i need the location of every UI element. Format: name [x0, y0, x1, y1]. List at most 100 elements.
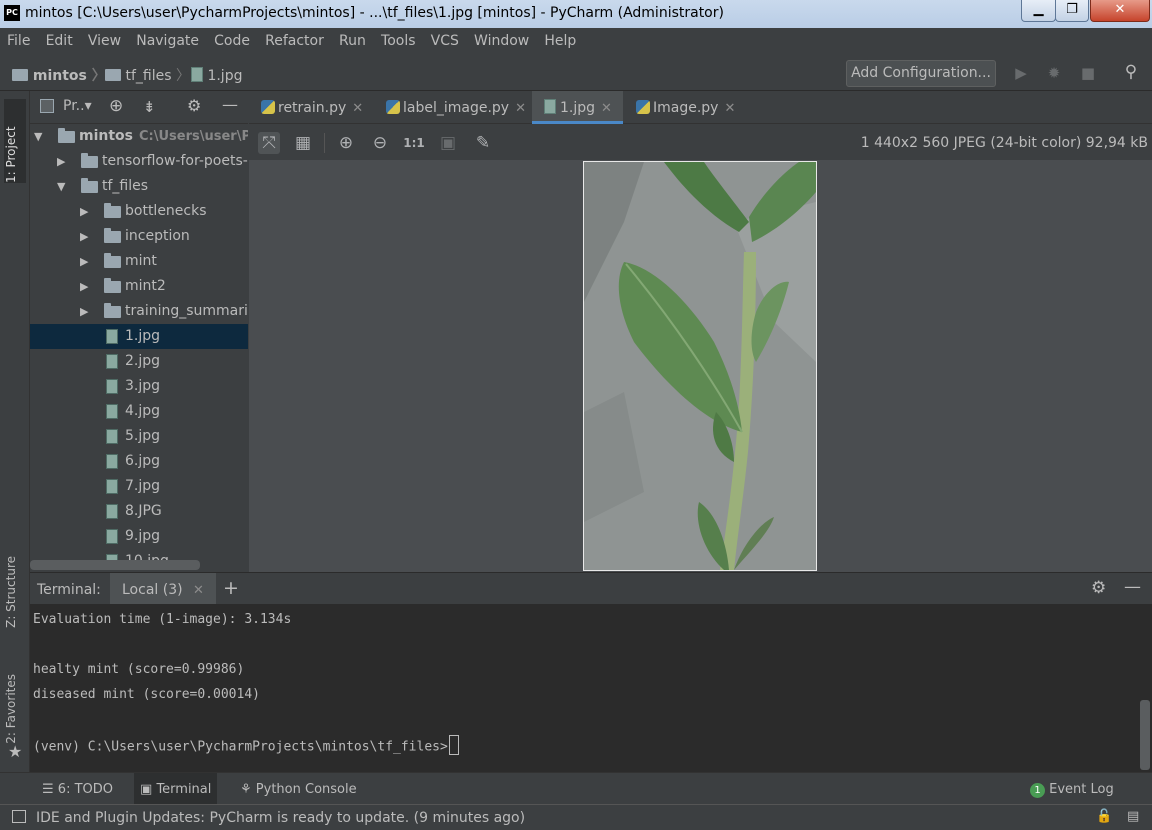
hide-panel-icon[interactable]: — — [1124, 577, 1141, 597]
breadcrumb-folder-label: tf_files — [125, 68, 172, 84]
tool-python-console[interactable]: ⚘ Python Console — [240, 782, 357, 797]
tree-item-mintos[interactable]: ▼ mintosC:\Users\user\PycharmProjects\mi… — [30, 124, 248, 149]
tree-item-mint2[interactable]: ▶ mint2 — [30, 274, 248, 299]
chevron-right-icon: 〉 — [91, 68, 106, 84]
toolbar-divider — [324, 133, 325, 153]
project-view-selector[interactable]: Pr..▾ — [63, 98, 92, 114]
collapse-all-icon[interactable]: ⇟ — [143, 98, 156, 116]
breadcrumb-project[interactable]: mintos 〉 — [12, 65, 106, 85]
search-icon[interactable]: ⚲ — [1122, 63, 1140, 81]
menu-help[interactable]: Help — [544, 29, 576, 49]
tool-tab-structure[interactable]: Z: Structure — [4, 556, 18, 628]
project-panel-header: Pr..▾ ⊕ ⇟ ⚙ — — [30, 91, 248, 124]
terminal-session-label: Local (3) — [122, 582, 183, 598]
gear-icon[interactable]: ⚙ — [187, 96, 201, 115]
tree-item-label: 8.JPG — [125, 503, 162, 519]
close-tab-icon[interactable]: ✕ — [601, 101, 612, 116]
menu-vcs[interactable]: VCS — [431, 29, 459, 49]
collapsed-arrow-icon: ▶ — [57, 155, 66, 168]
grid-icon[interactable]: ▦ — [292, 132, 314, 154]
run-icon[interactable]: ▶ — [1012, 64, 1030, 82]
image-file-icon — [106, 479, 118, 494]
zoom-in-icon[interactable]: ⊕ — [335, 132, 357, 154]
tool-tab-project[interactable]: 1: Project — [4, 99, 26, 183]
menu-view[interactable]: View — [88, 29, 121, 49]
add-configuration-button[interactable]: Add Configuration... — [846, 60, 996, 87]
folder-icon — [81, 178, 98, 193]
terminal-line: healty mint (score=0.99986) — [33, 662, 245, 677]
tab-retrain-py[interactable]: retrain.py ✕ — [261, 91, 373, 124]
image-file-icon — [106, 454, 118, 469]
tab-image-py[interactable]: Image.py ✕ — [636, 91, 741, 124]
close-tab-icon[interactable]: ✕ — [193, 583, 204, 598]
tree-item-4-jpg[interactable]: 4.jpg — [30, 399, 248, 424]
zoom-out-icon[interactable]: ⊖ — [369, 132, 391, 154]
tool-terminal[interactable]: ▣ Terminal — [134, 773, 218, 805]
tab-label: Image.py — [653, 100, 719, 116]
breadcrumb-project-label: mintos — [32, 68, 87, 84]
notifications-icon[interactable]: ▤ — [1127, 809, 1139, 824]
tree-item-7-jpg[interactable]: 7.jpg — [30, 474, 248, 499]
image-file-icon — [106, 329, 118, 344]
terminal-session-tab[interactable]: Local (3) ✕ — [110, 573, 216, 605]
tab-label-image-py[interactable]: label_image.py ✕ — [386, 91, 531, 124]
tree-item-2-jpg[interactable]: 2.jpg — [30, 349, 248, 374]
breadcrumb-file[interactable]: 1.jpg — [191, 65, 242, 84]
fit-window-icon[interactable]: ▣ — [437, 132, 459, 154]
fit-zoom-icon[interactable]: ⤧ — [258, 132, 280, 154]
project-view-icon — [40, 99, 54, 113]
tool-tab-favorites[interactable]: 2: Favorites — [4, 674, 18, 744]
mint-leaf-image — [583, 161, 817, 571]
debug-icon[interactable]: ✹ — [1045, 64, 1063, 82]
tree-item-label: 1.jpg — [125, 328, 161, 344]
tree-item-5-jpg[interactable]: 5.jpg — [30, 424, 248, 449]
tree-item-label: mintosC:\Users\user\PycharmProjects\mint… — [79, 124, 248, 149]
menu-run[interactable]: Run — [339, 29, 366, 49]
tree-item-8-jpg[interactable]: 8.JPG — [30, 499, 248, 524]
terminal-scrollbar[interactable] — [1140, 700, 1150, 770]
actual-size-button[interactable]: 1:1 — [403, 132, 425, 154]
locate-file-icon[interactable]: ⊕ — [109, 96, 123, 116]
tool-todo[interactable]: ☰ 6: TODO — [42, 782, 113, 797]
image-file-icon — [191, 67, 203, 82]
tab-1-jpg[interactable]: 1.jpg ✕ — [532, 91, 623, 124]
close-tab-icon[interactable]: ✕ — [352, 101, 363, 116]
menu-window[interactable]: Window — [474, 29, 529, 49]
close-window-button[interactable]: ✕ — [1090, 0, 1150, 22]
gear-icon[interactable]: ⚙ — [1091, 578, 1106, 598]
tree-item-tensorflow-for-poets[interactable]: ▶ tensorflow-for-poets-2 — [30, 149, 248, 174]
close-tab-icon[interactable]: ✕ — [515, 101, 526, 116]
hide-panel-icon[interactable]: — — [222, 95, 238, 114]
new-session-icon[interactable]: + — [223, 577, 239, 599]
menu-file[interactable]: File — [7, 29, 30, 49]
tree-item-9-jpg[interactable]: 9.jpg — [30, 524, 248, 549]
toggle-tool-windows-icon[interactable] — [12, 810, 26, 823]
status-message[interactable]: IDE and Plugin Updates: PyCharm is ready… — [36, 810, 525, 826]
window-title-bar: PC mintos [C:\Users\user\PycharmProjects… — [0, 0, 1152, 28]
window-title: mintos [C:\Users\user\PycharmProjects\mi… — [25, 5, 724, 21]
lock-icon[interactable]: 🔓 — [1096, 809, 1112, 824]
menu-code[interactable]: Code — [214, 29, 250, 49]
breadcrumb-folder[interactable]: tf_files 〉 — [105, 65, 190, 85]
stop-icon[interactable]: ■ — [1079, 64, 1097, 82]
minimize-button[interactable]: ▁ — [1021, 0, 1056, 22]
tree-item-tf-files[interactable]: ▼ tf_files — [30, 174, 248, 199]
tree-item-6-jpg[interactable]: 6.jpg — [30, 449, 248, 474]
close-tab-icon[interactable]: ✕ — [724, 101, 735, 116]
tool-event-log[interactable]: 1 Event Log — [1030, 782, 1114, 798]
menu-tools[interactable]: Tools — [381, 29, 416, 49]
tree-item-mint[interactable]: ▶ mint — [30, 249, 248, 274]
color-picker-icon[interactable]: ✎ — [472, 132, 494, 154]
menu-refactor[interactable]: Refactor — [265, 29, 324, 49]
maximize-button[interactable]: ❐ — [1055, 0, 1089, 22]
menu-navigate[interactable]: Navigate — [136, 29, 199, 49]
tree-item-training-summaries[interactable]: ▶ training_summaries — [30, 299, 248, 324]
tree-item-3-jpg[interactable]: 3.jpg — [30, 374, 248, 399]
horizontal-scrollbar[interactable] — [30, 560, 200, 570]
tree-item-1-jpg[interactable]: 1.jpg — [30, 324, 248, 349]
tree-item-label: 6.jpg — [125, 453, 161, 469]
terminal-output[interactable]: Evaluation time (1-image): 3.134s healty… — [30, 604, 1152, 772]
tree-item-bottlenecks[interactable]: ▶ bottlenecks — [30, 199, 248, 224]
tree-item-inception[interactable]: ▶ inception — [30, 224, 248, 249]
menu-edit[interactable]: Edit — [46, 29, 73, 49]
